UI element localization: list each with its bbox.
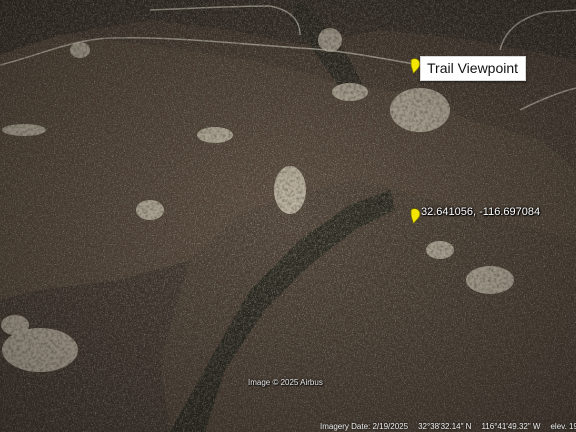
imagery-copyright: Image © 2025 Airbus <box>248 378 323 387</box>
coordinate-pin-label[interactable]: 32.641056, -116.697084 <box>421 206 540 218</box>
longitude-readout: 116°41'49.32" W <box>481 422 541 431</box>
latitude-readout: 32°38'32.14" N <box>418 422 472 431</box>
trail-viewpoint-label[interactable]: Trail Viewpoint <box>420 56 527 81</box>
elevation-readout: elev. 1993 <box>550 422 576 431</box>
coordinate-pin-icon[interactable] <box>408 208 422 224</box>
status-bar: Imagery Date: 2/19/2025 32°38'32.14" N 1… <box>320 421 576 432</box>
imagery-date: Imagery Date: 2/19/2025 <box>320 422 409 431</box>
